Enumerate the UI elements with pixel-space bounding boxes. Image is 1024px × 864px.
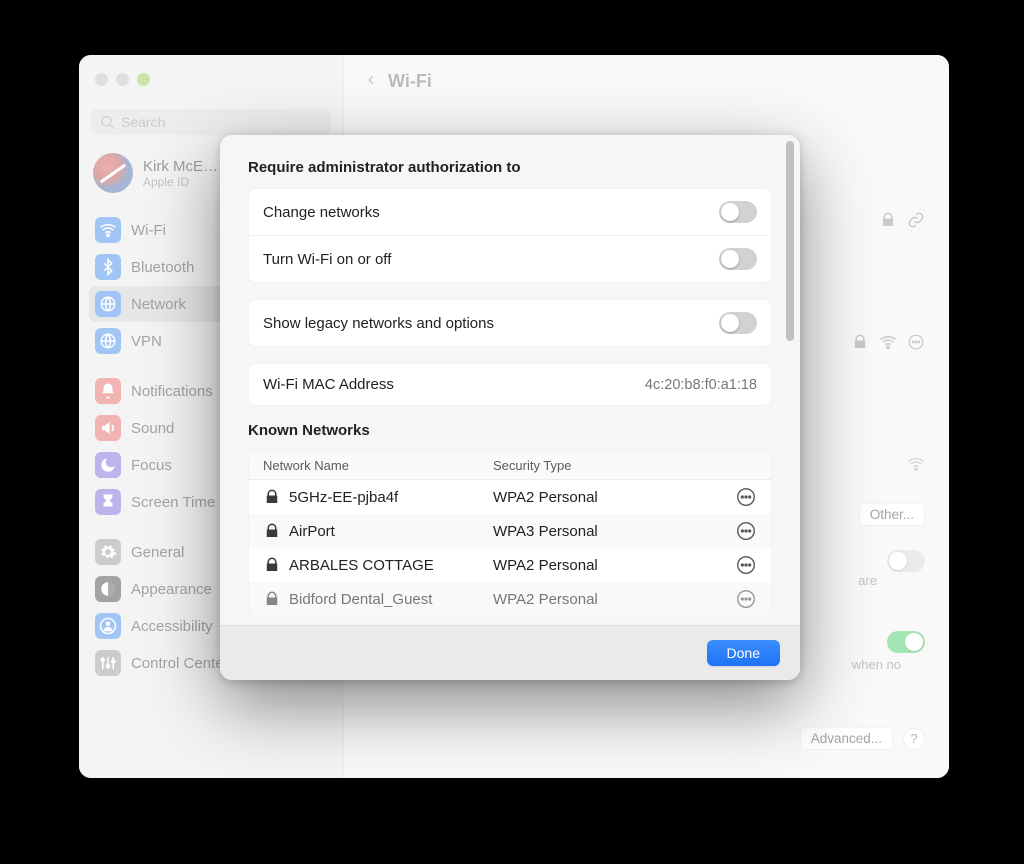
network-row[interactable]: AirPort WPA3 Personal <box>249 514 771 548</box>
network-security: WPA2 Personal <box>493 591 735 608</box>
show-legacy-label: Show legacy networks and options <box>263 315 494 332</box>
network-security: WPA2 Personal <box>493 557 735 574</box>
change-networks-toggle[interactable] <box>719 201 757 223</box>
show-legacy-row: Show legacy networks and options <box>249 300 771 346</box>
network-row[interactable]: 5GHz-EE-pjba4f WPA2 Personal <box>249 480 771 514</box>
column-security-type[interactable]: Security Type <box>493 458 757 473</box>
mac-address-row: Wi-Fi MAC Address 4c:20:b8:f0:a1:18 <box>249 364 771 405</box>
lock-icon <box>263 590 281 608</box>
known-networks-table: Network Name Security Type 5GHz-EE-pjba4… <box>248 451 772 617</box>
network-row[interactable]: ARBALES COTTAGE WPA2 Personal <box>249 548 771 582</box>
change-networks-label: Change networks <box>263 204 380 221</box>
lock-icon <box>263 522 281 540</box>
mac-address-group: Wi-Fi MAC Address 4c:20:b8:f0:a1:18 <box>248 363 772 406</box>
more-icon[interactable] <box>735 554 757 576</box>
lock-icon <box>263 556 281 574</box>
network-name: 5GHz-EE-pjba4f <box>289 489 398 506</box>
turn-wifi-row: Turn Wi-Fi on or off <box>249 236 771 282</box>
sheet-scrollbar[interactable] <box>786 141 794 341</box>
network-security: WPA3 Personal <box>493 523 735 540</box>
sheet-footer: Done <box>220 625 800 680</box>
network-name: ARBALES COTTAGE <box>289 557 434 574</box>
more-icon[interactable] <box>735 520 757 542</box>
admin-auth-group: Change networks Turn Wi-Fi on or off <box>248 188 772 283</box>
turn-wifi-toggle[interactable] <box>719 248 757 270</box>
network-row[interactable]: Bidford Dental_Guest WPA2 Personal <box>249 582 771 616</box>
wifi-advanced-sheet: Require administrator authorization to C… <box>220 135 800 680</box>
network-security: WPA2 Personal <box>493 489 735 506</box>
more-icon[interactable] <box>735 486 757 508</box>
sheet-body: Require administrator authorization to C… <box>220 135 800 625</box>
column-network-name[interactable]: Network Name <box>263 458 493 473</box>
done-button[interactable]: Done <box>707 640 780 666</box>
turn-wifi-label: Turn Wi-Fi on or off <box>263 251 391 268</box>
network-name: Bidford Dental_Guest <box>289 591 432 608</box>
more-icon[interactable] <box>735 588 757 610</box>
mac-address-value: 4c:20:b8:f0:a1:18 <box>645 377 757 393</box>
change-networks-row: Change networks <box>249 189 771 236</box>
known-networks-header-row: Network Name Security Type <box>249 452 771 480</box>
network-name: AirPort <box>289 523 335 540</box>
legacy-group: Show legacy networks and options <box>248 299 772 347</box>
show-legacy-toggle[interactable] <box>719 312 757 334</box>
known-networks-title: Known Networks <box>248 422 772 439</box>
lock-icon <box>263 488 281 506</box>
mac-address-label: Wi-Fi MAC Address <box>263 376 394 393</box>
admin-auth-section-title: Require administrator authorization to <box>248 159 772 176</box>
